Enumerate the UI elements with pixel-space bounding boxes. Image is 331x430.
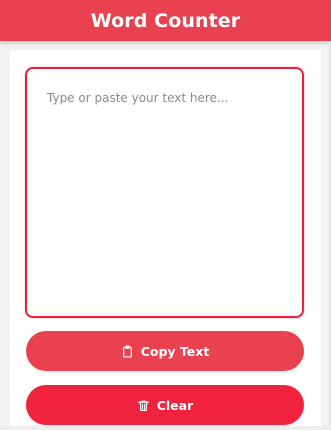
trash-icon xyxy=(137,399,150,412)
app-header: Word Counter xyxy=(0,0,331,41)
text-input[interactable] xyxy=(27,69,302,316)
clear-label: Clear xyxy=(156,397,194,413)
clipboard-icon xyxy=(121,344,134,358)
clear-button[interactable]: Clear xyxy=(26,385,304,425)
copy-text-label: Copy Text xyxy=(140,343,210,359)
copy-text-button[interactable]: Copy Text xyxy=(26,331,304,371)
page-title: Word Counter xyxy=(90,9,241,32)
main-card: Copy Text Clear xyxy=(10,50,321,430)
bottom-divider xyxy=(0,426,331,430)
text-input-container xyxy=(25,67,304,318)
